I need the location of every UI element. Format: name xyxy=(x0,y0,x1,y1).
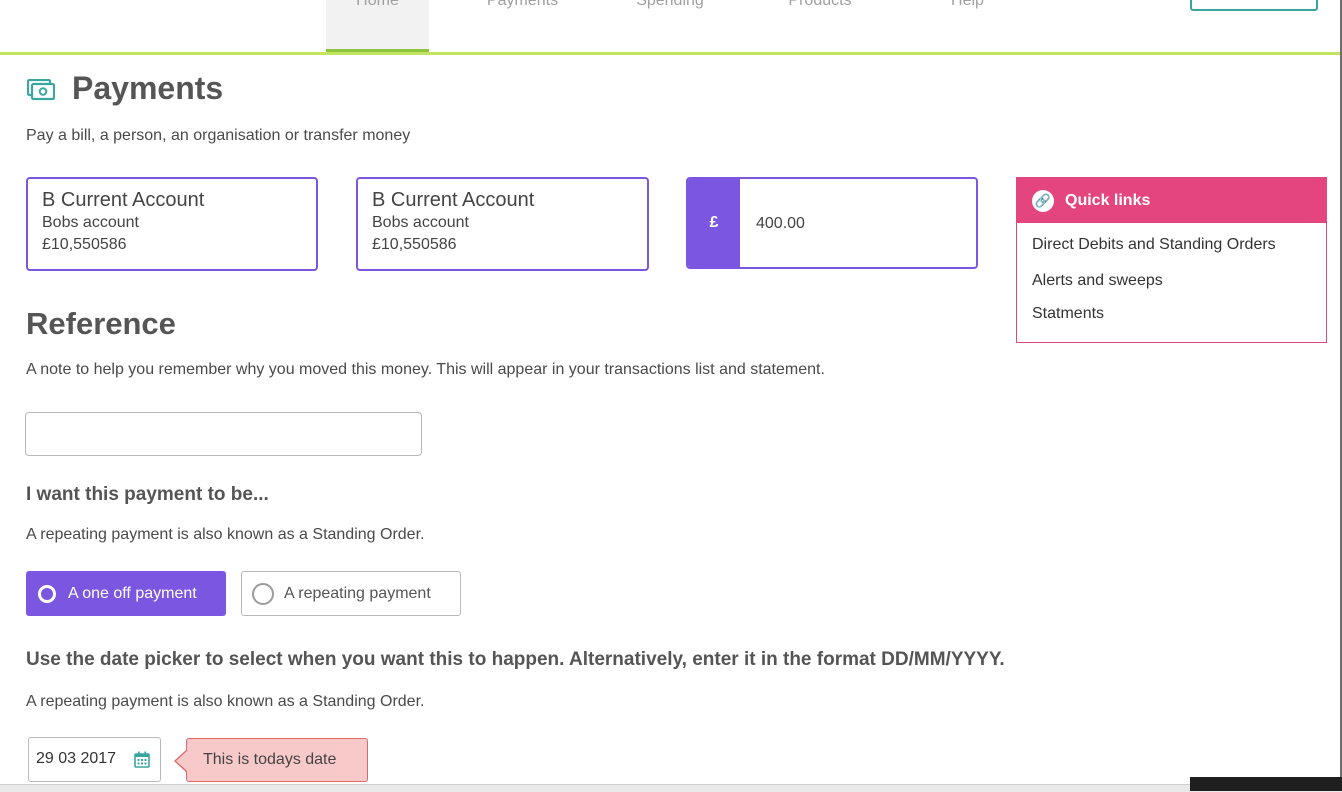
nav-help[interactable]: Help xyxy=(920,0,1015,52)
one-off-payment-radio[interactable]: A one off payment xyxy=(26,571,226,616)
to-account-balance: £10,550586 xyxy=(372,236,457,253)
date-help: A repeating payment is also known as a S… xyxy=(26,693,425,710)
payment-type-help: A repeating payment is also known as a S… xyxy=(26,526,425,543)
to-account-name: B Current Account xyxy=(372,189,535,211)
quick-links-panel: 🔗 Quick links Direct Debits and Standing… xyxy=(1016,177,1327,343)
link-icon: 🔗 xyxy=(1032,189,1054,212)
repeating-payment-label: A repeating payment xyxy=(284,584,431,602)
nav-products[interactable]: Products xyxy=(760,0,880,52)
nav-action-button[interactable] xyxy=(1190,0,1318,11)
one-off-payment-label: A one off payment xyxy=(68,584,197,602)
nav-spending-label: Spending xyxy=(636,0,704,9)
from-account-label: Bobs account xyxy=(42,214,139,231)
page-subtitle: Pay a bill, a person, an organisation or… xyxy=(26,127,411,144)
nav-payments-label: Payments xyxy=(486,0,559,9)
cash-icon xyxy=(27,79,55,101)
quick-link-statements[interactable]: Statments xyxy=(1032,305,1104,323)
top-nav: Home Payments Spending Products Help xyxy=(0,0,1340,55)
date-heading: Use the date picker to select when you w… xyxy=(26,649,1005,670)
date-value: 29 03 2017 xyxy=(36,750,117,767)
nav-payments[interactable]: Payments xyxy=(455,0,590,52)
radio-selected-icon xyxy=(38,584,56,603)
from-account-card[interactable]: B Current Account Bobs account £10,55058… xyxy=(26,177,318,271)
from-account-name: B Current Account xyxy=(42,189,205,211)
to-account-card[interactable]: B Current Account Bobs account £10,55058… xyxy=(356,177,649,271)
nav-home[interactable]: Home xyxy=(326,0,429,52)
quick-link-direct-debits[interactable]: Direct Debits and Standing Orders xyxy=(1032,236,1276,254)
nav-spending[interactable]: Spending xyxy=(610,0,730,52)
date-input[interactable]: 29 03 2017 xyxy=(28,737,161,782)
amount-field[interactable]: £ 400.00 xyxy=(686,177,978,269)
page-title: Payments xyxy=(72,70,224,106)
nav-help-label: Help xyxy=(951,0,984,9)
repeating-payment-radio[interactable]: A repeating payment xyxy=(241,571,461,616)
amount-input[interactable]: 400.00 xyxy=(756,215,805,233)
payment-type-heading: I want this payment to be... xyxy=(26,484,269,505)
nav-products-label: Products xyxy=(788,0,852,9)
to-account-label: Bobs account xyxy=(372,214,469,231)
currency-prefix: £ xyxy=(688,179,740,267)
reference-help: A note to help you remember why you move… xyxy=(26,361,825,378)
nav-home-label: Home xyxy=(356,0,399,9)
radio-unselected-icon xyxy=(252,582,274,605)
quick-links-title: Quick links xyxy=(1065,191,1151,209)
date-tooltip: This is todays date xyxy=(186,738,368,782)
taskbar-corner xyxy=(1190,777,1342,791)
from-account-balance: £10,550586 xyxy=(42,236,127,253)
quick-links-header: 🔗 Quick links xyxy=(1017,178,1326,223)
reference-input[interactable] xyxy=(25,412,422,456)
calendar-icon[interactable] xyxy=(134,751,150,768)
tooltip-arrow-fill xyxy=(176,751,187,771)
quick-link-alerts[interactable]: Alerts and sweeps xyxy=(1032,272,1163,290)
reference-heading: Reference xyxy=(26,306,176,341)
